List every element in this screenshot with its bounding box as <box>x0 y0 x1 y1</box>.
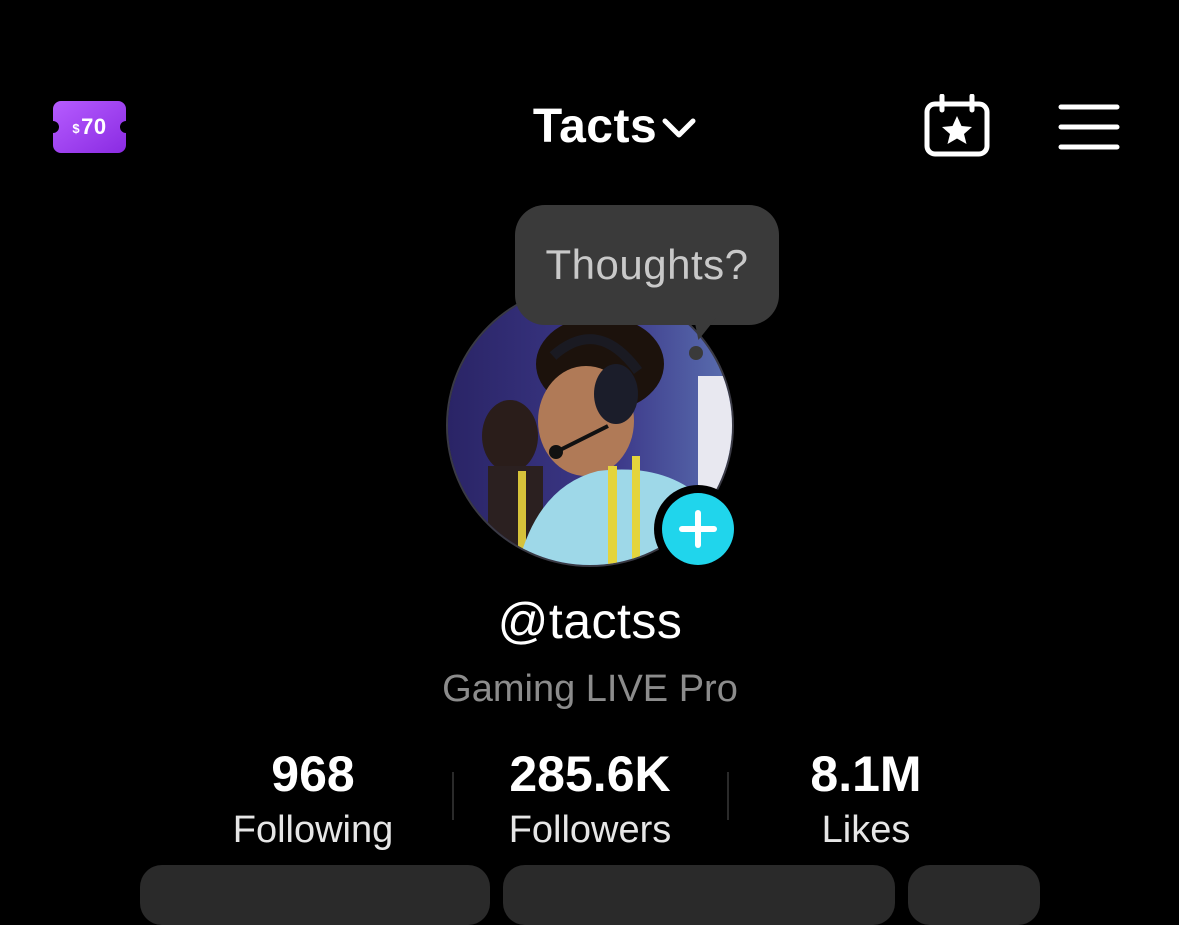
account-switcher[interactable]: Tacts <box>500 96 730 156</box>
stat-likes[interactable]: 8.1M Likes <box>736 744 996 856</box>
stat-likes-label: Likes <box>821 809 911 851</box>
plus-icon <box>679 510 717 548</box>
stat-following[interactable]: 968 Following <box>183 744 443 856</box>
edit-profile-button[interactable] <box>140 865 490 925</box>
profile-subtitle: Gaming LIVE Pro <box>442 668 738 710</box>
account-name: Tacts <box>532 99 658 153</box>
calendar-button[interactable] <box>922 93 992 158</box>
hamburger-menu-icon <box>1058 104 1120 150</box>
note-bubble[interactable]: Thoughts? <box>515 205 779 325</box>
coupon-currency: $ <box>72 121 81 136</box>
add-avatar-circle <box>662 493 734 565</box>
menu-button[interactable] <box>1058 102 1120 152</box>
note-bubble-text: Thoughts? <box>545 241 749 288</box>
stat-followers-value: 285.6K <box>509 746 671 802</box>
stat-following-value: 968 <box>271 746 355 802</box>
stat-likes-value: 8.1M <box>810 746 922 802</box>
coupon-label: $ 70 <box>53 101 126 153</box>
stat-followers[interactable]: 285.6K Followers <box>460 744 720 856</box>
add-friends-button[interactable] <box>908 865 1040 925</box>
stat-following-label: Following <box>232 809 394 851</box>
stat-divider <box>452 772 454 820</box>
add-avatar-button[interactable] <box>654 485 742 573</box>
stat-divider <box>727 772 729 820</box>
calendar-star-icon <box>924 93 990 157</box>
username: @tactss <box>497 593 683 649</box>
coupon-badge[interactable]: $ 70 <box>53 101 126 153</box>
coupon-amount: 70 <box>81 114 107 139</box>
share-profile-button[interactable] <box>503 865 895 925</box>
stat-followers-label: Followers <box>508 809 672 851</box>
note-bubble-dot <box>689 346 703 360</box>
chevron-down-icon <box>662 118 696 138</box>
